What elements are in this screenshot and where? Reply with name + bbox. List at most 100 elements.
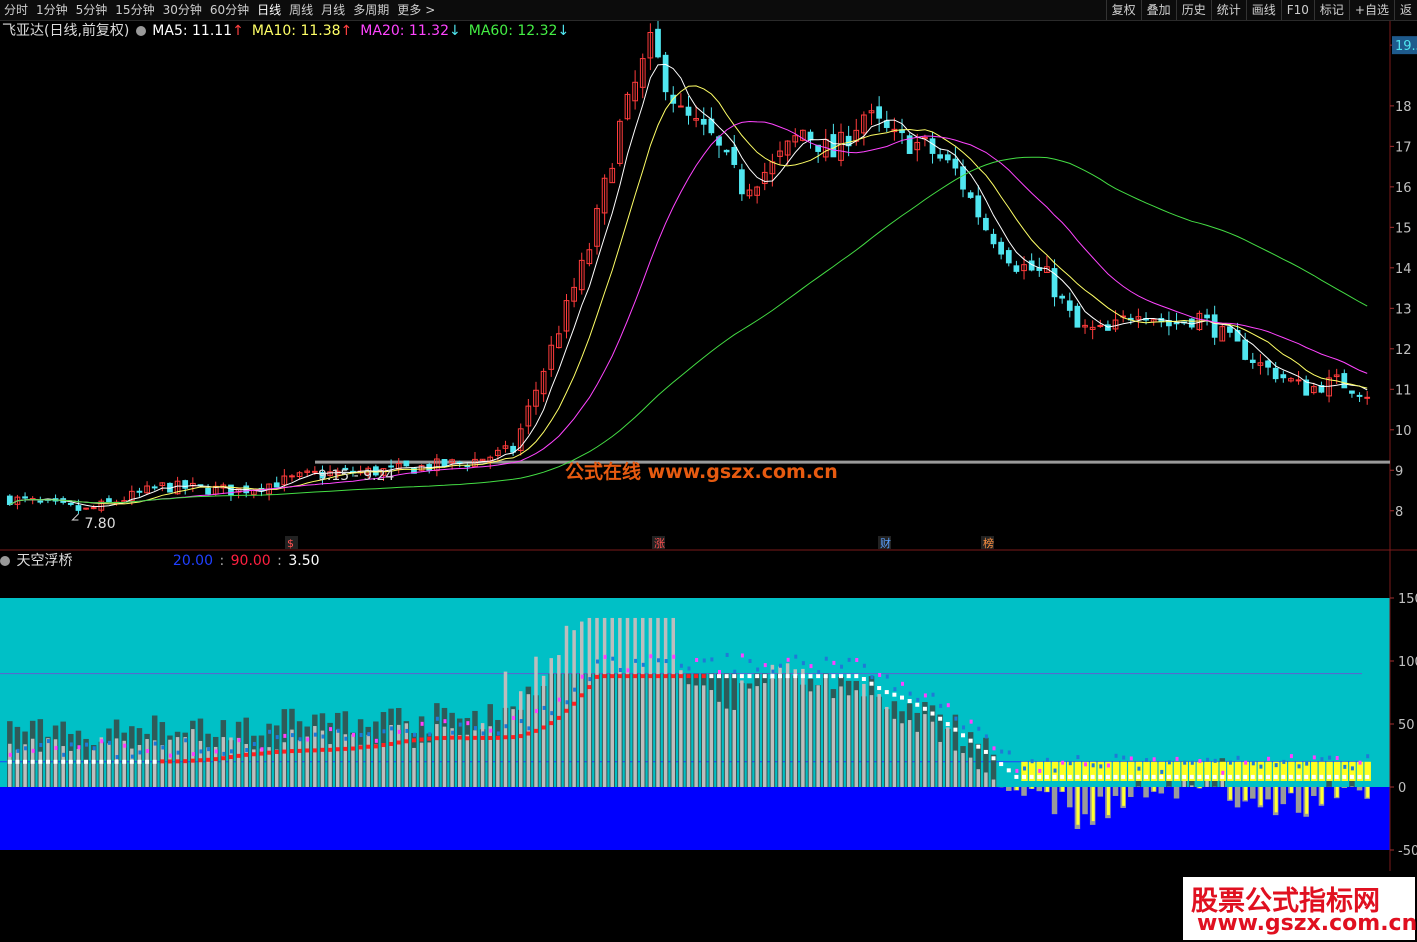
trend-dot [68,759,73,764]
event-tag-label: 涨 [654,537,665,550]
bar-grey [435,724,439,787]
tool-button-7[interactable]: +自选 [1348,0,1394,20]
signal-dot [1282,759,1286,764]
bar-grey [564,625,569,787]
trend-dot [526,731,531,736]
period-tab-6[interactable]: 日线 [253,0,285,20]
tool-button-1[interactable]: 叠加 [1140,0,1176,20]
bar-neg-yellow [1335,787,1339,798]
signal-dot [313,732,317,737]
signal-dot [153,741,157,746]
signal-dot [1084,762,1088,767]
candle-body [655,28,661,58]
period-tab-3[interactable]: 15分钟 [111,0,158,20]
tool-button-6[interactable]: 标记 [1313,0,1349,20]
trend-dot [968,738,973,743]
signal-dot [1305,761,1309,766]
trend-dot [816,674,821,679]
bar-grey [747,688,752,787]
period-tab-0[interactable]: 分时 [0,0,32,20]
bar-neg [1082,787,1088,815]
trend-dot [503,735,508,740]
trend-dot [869,681,874,686]
trend-dot [53,759,58,764]
settings-dot-icon[interactable] [0,556,10,566]
bar-grey [648,617,653,787]
signal-dot [92,746,96,751]
candle-body [685,106,692,116]
param-0: 20.00 [172,553,213,569]
ma20-line [9,120,1368,505]
period-tab-10[interactable]: 更多 [393,0,425,20]
period-tab-2[interactable]: 5分钟 [72,0,112,20]
signal-dot [710,657,714,662]
signal-dot [1274,763,1278,768]
tool-button-5[interactable]: F10 [1280,0,1314,20]
trend-dot [983,749,988,754]
signal-dot [649,654,653,659]
candle-body [883,120,890,128]
tool-button-3[interactable]: 统计 [1210,0,1246,20]
candle-body [952,158,959,169]
bar-grey [671,617,675,787]
trend-dot [1349,774,1354,779]
signal-dot [672,654,676,659]
more-arrow-icon[interactable]: > [425,0,439,20]
trend-dot [846,674,851,679]
period-tab-5[interactable]: 60分钟 [206,0,253,20]
tool-button-2[interactable]: 历史 [1175,0,1211,20]
trend-dot [312,748,317,753]
bar-grey [862,683,866,787]
trend-dot [198,758,203,763]
signal-dot [161,745,165,750]
candle-body [273,482,280,488]
period-tab-8[interactable]: 月线 [317,0,349,20]
bar-grey [526,694,531,787]
trend-dot [450,735,455,740]
bar-grey [824,677,828,787]
signal-dot [1129,756,1133,761]
trend-dot [1128,774,1133,779]
trend-dot [465,736,470,741]
trend-dot [472,735,477,740]
bar-neg-yellow [1045,787,1049,792]
trend-dot [236,753,241,758]
trend-dot [305,748,310,753]
candle-body [983,217,989,231]
signal-dot [664,659,668,664]
signal-dot [725,652,729,657]
candle-body [1280,374,1287,379]
bar-grey [679,670,683,787]
period-tab-4[interactable]: 30分钟 [159,0,206,20]
tool-button-4[interactable]: 画线 [1245,0,1281,20]
signal-dot [146,749,150,754]
bar-grey [557,655,561,787]
ma-arrow-icon: ↑ [340,23,353,39]
candle-body [739,169,745,195]
trend-dot [7,759,12,764]
signal-dot [367,732,371,737]
signal-dot [176,750,180,755]
tool-button-0[interactable]: 复权 [1105,0,1141,20]
bar-grey [778,666,782,787]
period-tab-9[interactable]: 多周期 [349,0,393,20]
bar-neg [1311,787,1317,796]
signal-dot [489,728,493,733]
trend-dot [1006,768,1011,773]
signal-dot [1023,766,1027,771]
period-tab-1[interactable]: 1分钟 [32,0,72,20]
signal-dot [695,657,699,662]
price-axis-label: 19.5 [1395,39,1417,54]
signal-dot [817,670,821,675]
indicator-chart[interactable]: 150 100 50 0 -50 [0,551,1417,871]
signal-dot [779,663,783,668]
candle-body [662,54,669,93]
bar-neg-yellow [1152,787,1156,792]
trend-dot [84,759,89,764]
settings-dot-icon[interactable] [135,26,146,36]
period-tab-7[interactable]: 周线 [285,0,317,20]
signal-dot [336,728,340,733]
candle-body [1211,314,1218,338]
trend-dot [907,699,912,704]
tool-button-8[interactable]: 返 [1393,0,1417,20]
